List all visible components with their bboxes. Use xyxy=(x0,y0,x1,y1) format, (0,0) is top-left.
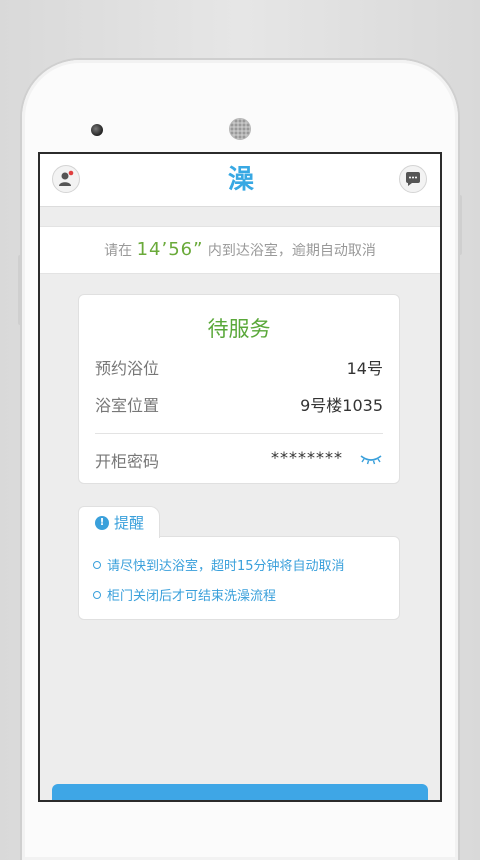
reminder-item: 柜门关闭后才可结束洗澡流程 xyxy=(93,585,276,604)
card-divider xyxy=(95,433,383,434)
info-row-password: 开柜密码 ******** xyxy=(95,448,383,472)
reminder-tab-label: 提醒 xyxy=(114,514,145,532)
app-screen: 澡 请在 14’56” 内到达浴室，逾期自动取消 待服务 预约浴位 14号 浴室… xyxy=(40,154,440,800)
message-button[interactable] xyxy=(399,165,427,193)
reminder-item-text: 请尽快到达浴室，超时15分钟将自动取消 xyxy=(107,559,345,574)
info-row-value: 14号 xyxy=(346,359,383,378)
reminder-item: 请尽快到达浴室，超时15分钟将自动取消 xyxy=(93,555,345,574)
countdown-timer: 14’56” xyxy=(136,239,204,260)
profile-button[interactable] xyxy=(52,165,80,193)
reminder-item-text: 柜门关闭后才可结束洗澡流程 xyxy=(107,589,277,604)
bottom-action-button[interactable] xyxy=(52,784,428,800)
reminder-panel: 请尽快到达浴室，超时15分钟将自动取消 柜门关闭后才可结束洗澡流程 xyxy=(78,536,400,620)
chat-bubble-icon xyxy=(406,172,420,186)
reminder-tab[interactable]: ! 提醒 xyxy=(78,506,160,538)
notice-suffix: 内到达浴室，逾期自动取消 xyxy=(207,243,376,259)
app-logo: 澡 xyxy=(227,165,254,195)
info-row-label: 预约浴位 xyxy=(95,359,160,378)
top-bar: 澡 xyxy=(40,154,440,207)
password-value: ******** xyxy=(271,448,343,467)
info-icon: ! xyxy=(95,515,109,530)
info-row-value: 9号楼1035 xyxy=(300,396,383,415)
countdown-notice: 请在 14’56” 内到达浴室，逾期自动取消 xyxy=(40,226,440,274)
eye-closed-icon[interactable] xyxy=(359,452,383,466)
order-card: 待服务 预约浴位 14号 浴室位置 9号楼1035 开柜密码 ******** xyxy=(78,294,400,484)
phone-speaker xyxy=(229,118,251,140)
bullet-icon xyxy=(93,560,101,569)
bullet-icon xyxy=(93,590,101,599)
user-icon xyxy=(59,170,74,186)
order-status: 待服务 xyxy=(207,317,271,341)
info-row-label: 浴室位置 xyxy=(95,396,160,415)
password-label: 开柜密码 xyxy=(95,452,160,471)
info-row-location: 浴室位置 9号楼1035 xyxy=(95,392,383,416)
notice-prefix: 请在 xyxy=(104,243,133,259)
front-camera xyxy=(91,124,103,136)
info-row-slot: 预约浴位 14号 xyxy=(95,355,383,379)
